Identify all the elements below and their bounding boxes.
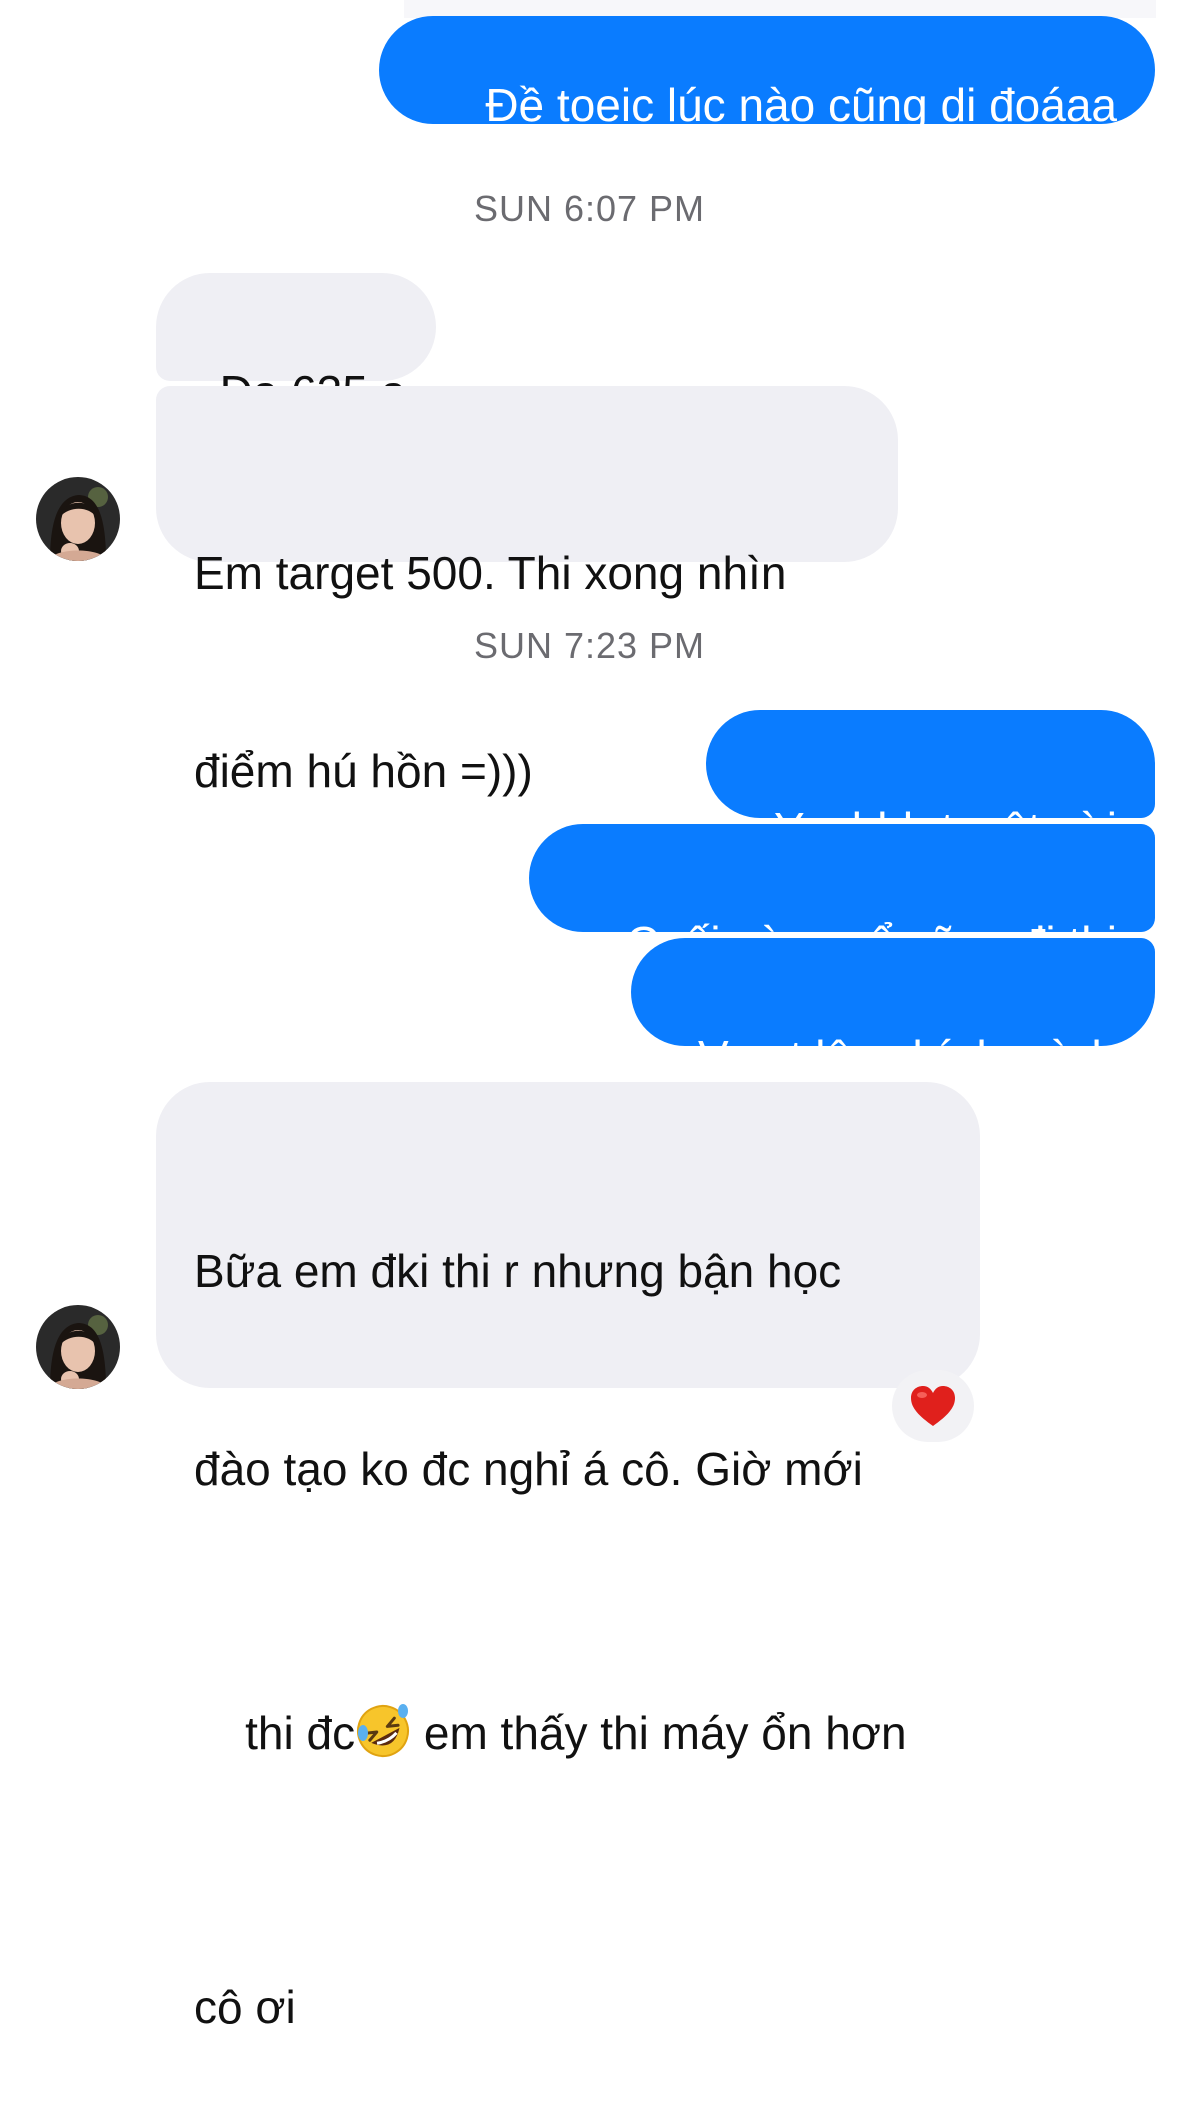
- rolling-on-floor-laughing-emoji-icon: [355, 1703, 411, 1776]
- outgoing-message[interactable]: Vượt lên chính mình: [631, 938, 1155, 1083]
- avatar-photo-icon: [36, 1305, 120, 1389]
- contact-avatar[interactable]: [36, 1305, 120, 1389]
- outgoing-message[interactable]: Đề toeic lúc nào cũng dị đoáaa: [379, 16, 1155, 128]
- outgoing-message[interactable]: Yeahhh tuyệt vời: [706, 710, 1155, 855]
- incoming-message[interactable]: Em target 500. Thi xong nhìn điểm hú hồn…: [156, 386, 898, 797]
- incoming-message[interactable]: Dạ 635 ạ: [156, 273, 436, 418]
- avatar-photo-icon: [36, 477, 120, 561]
- message-text-segment: em thấy thi máy ổn hơn: [411, 1707, 907, 1759]
- message-text-line: đào tạo ko đc nghỉ á cô. Giờ mới: [194, 1443, 863, 1495]
- message-text-segment: thi đc: [245, 1707, 356, 1759]
- message-text-line: cô ơi: [194, 1981, 296, 2033]
- timestamp: SUN 7:23 PM: [473, 625, 706, 666]
- red-heart-icon: [911, 1386, 955, 1426]
- incoming-message[interactable]: Bữa em đki thi r nhưng bận học đào tạo k…: [156, 1082, 980, 2033]
- message-text-line: Bữa em đki thi r nhưng bận học: [194, 1245, 842, 1297]
- contact-avatar[interactable]: [36, 477, 120, 561]
- message-text-line: Em target 500. Thi xong nhìn: [194, 547, 787, 599]
- message-text-line: thi đc em thấy thi máy ổn hơn: [194, 1634, 980, 1842]
- message-text: Vượt lên chính mình: [698, 1031, 1117, 1083]
- outgoing-message[interactable]: Cuối cùng cổ cũng đi thi: [529, 824, 1155, 969]
- message-text: Đề toeic lúc nào cũng dị đoáaa: [485, 79, 1117, 131]
- message-reaction[interactable]: [892, 1370, 974, 1442]
- timestamp: SUN 6:07 PM: [473, 188, 706, 229]
